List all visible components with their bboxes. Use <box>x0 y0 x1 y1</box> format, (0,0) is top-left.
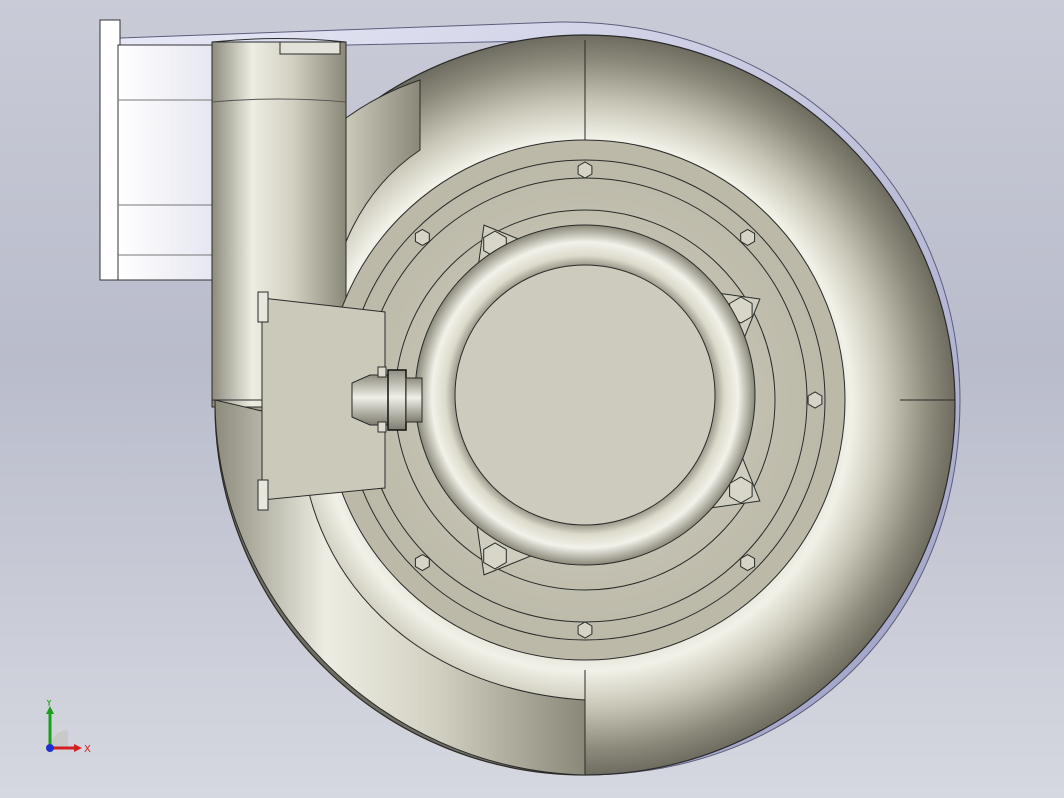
y-axis-label: Y <box>45 700 53 709</box>
axis-triad: Y X <box>45 700 91 755</box>
bolt-nut <box>414 554 430 572</box>
bolt-nut <box>740 554 756 572</box>
inlet-face[interactable] <box>454 264 716 526</box>
bolt-nut <box>577 161 593 179</box>
bolt-nut <box>740 228 756 246</box>
bolt-nut <box>414 228 430 246</box>
z-axis-dot <box>46 744 54 752</box>
discharge-flange[interactable] <box>99 19 219 281</box>
bolt-nut <box>577 621 593 639</box>
model-viewport[interactable] <box>0 0 1064 798</box>
bolt-nut <box>807 391 823 409</box>
x-axis-label: X <box>84 744 91 755</box>
x-axis-head <box>74 744 82 752</box>
